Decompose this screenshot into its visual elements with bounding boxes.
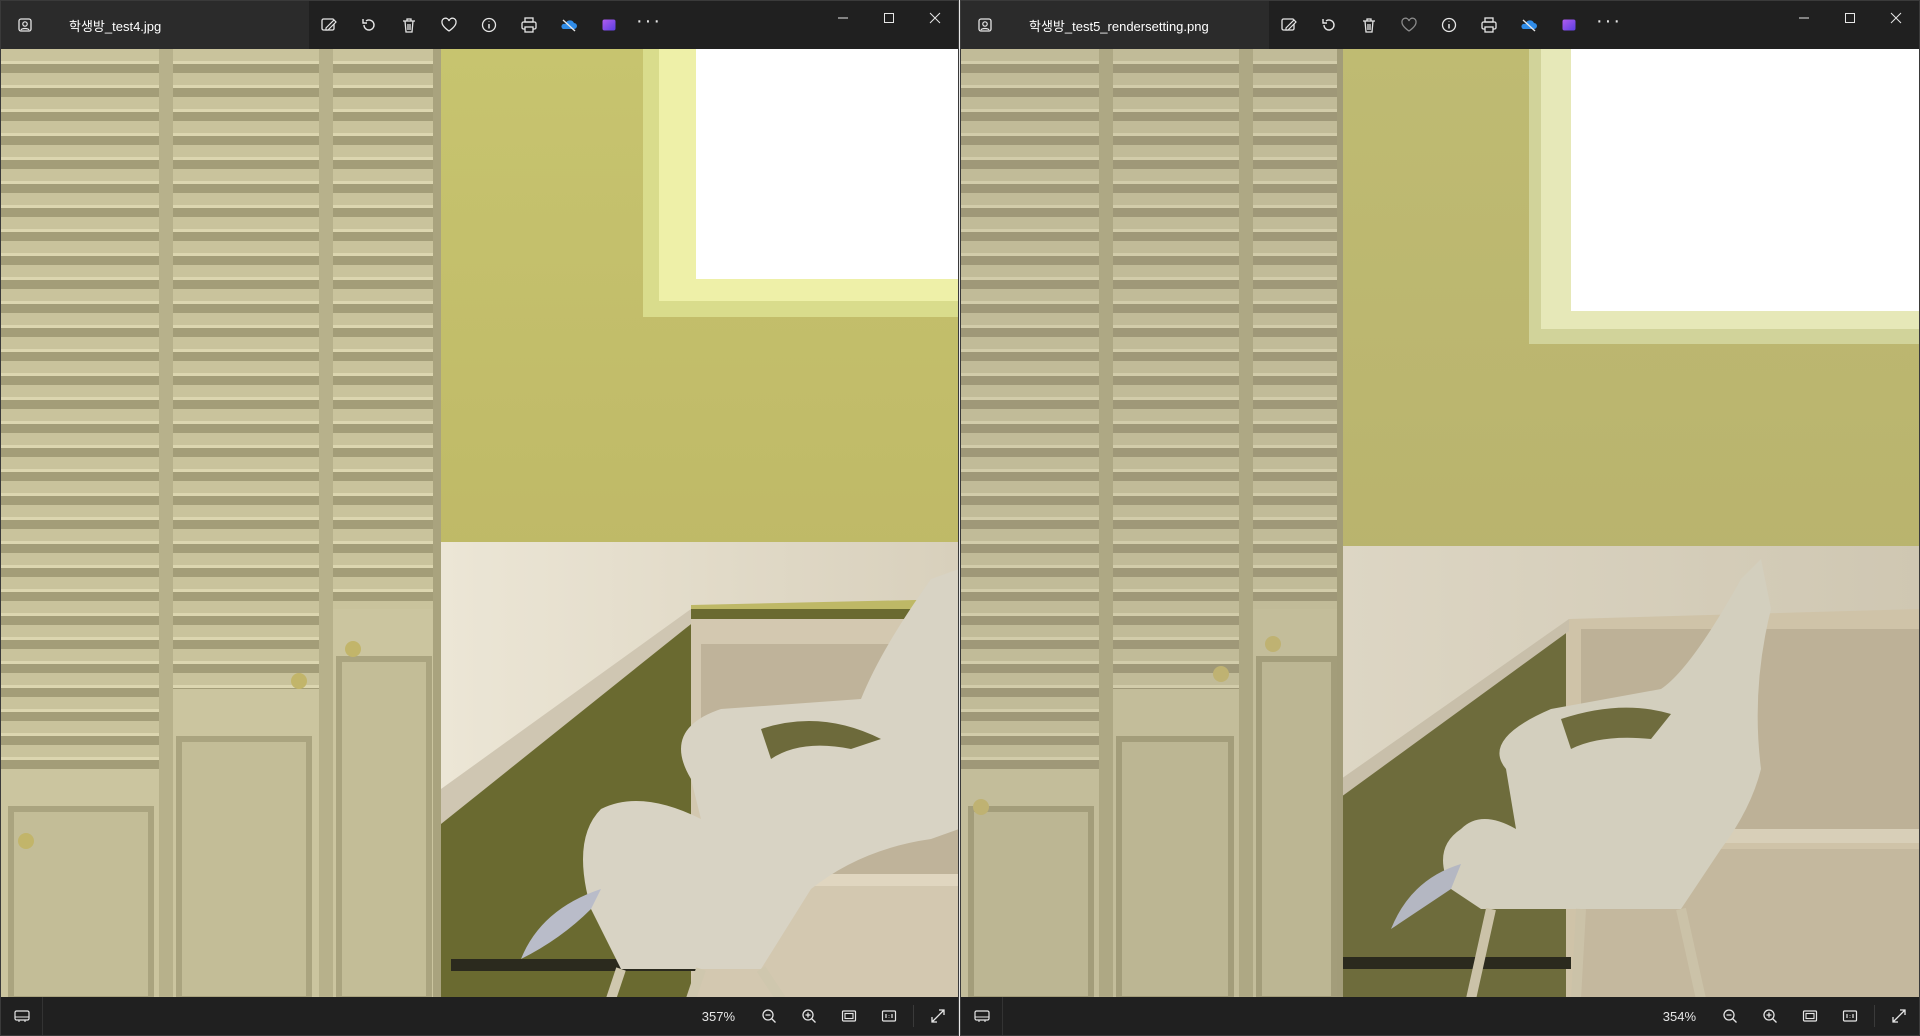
file-name: 학생방_test4.jpg xyxy=(69,18,162,34)
zoom-in-icon[interactable] xyxy=(1750,997,1790,1035)
favorite-heart-icon[interactable] xyxy=(1389,5,1429,45)
status-bar: 357% xyxy=(1,997,958,1035)
maximize-icon[interactable] xyxy=(1827,1,1873,35)
onedrive-icon[interactable] xyxy=(1509,5,1549,45)
actual-size-icon[interactable] xyxy=(1830,997,1870,1035)
clipchamp-icon[interactable] xyxy=(589,5,629,45)
full-screen-icon[interactable] xyxy=(918,997,958,1035)
photos-app-icon[interactable] xyxy=(1,1,49,49)
photo-viewer-window-right: 학생방_test5_rendersetting.png ··· 354% xyxy=(960,0,1920,1036)
minimize-icon[interactable] xyxy=(1781,1,1827,35)
rotate-icon[interactable] xyxy=(1309,5,1349,45)
title-bar[interactable]: 학생방_test5_rendersetting.png ··· xyxy=(961,1,1919,49)
photo-viewer-window-left: 학생방_test4.jpg ··· 357% xyxy=(0,0,959,1036)
clipchamp-icon[interactable] xyxy=(1549,5,1589,45)
more-options-icon[interactable]: ··· xyxy=(629,5,669,45)
rendered-room-image xyxy=(1,49,958,997)
info-icon[interactable] xyxy=(469,5,509,45)
zoom-out-icon[interactable] xyxy=(749,997,789,1035)
zoom-level: 357% xyxy=(701,1008,735,1024)
favorite-heart-icon[interactable] xyxy=(429,5,469,45)
zoom-level: 354% xyxy=(1662,1008,1696,1024)
maximize-icon[interactable] xyxy=(866,1,912,35)
edit-image-icon[interactable] xyxy=(309,5,349,45)
fit-to-window-icon[interactable] xyxy=(1790,997,1830,1035)
file-tab[interactable]: 학생방_test4.jpg xyxy=(49,1,309,49)
close-icon[interactable] xyxy=(1873,1,1919,35)
info-icon[interactable] xyxy=(1429,5,1469,45)
edit-image-icon[interactable] xyxy=(1269,5,1309,45)
status-bar: 354% xyxy=(961,997,1919,1035)
delete-icon[interactable] xyxy=(389,5,429,45)
window-controls xyxy=(820,1,958,35)
delete-icon[interactable] xyxy=(1349,5,1389,45)
close-icon[interactable] xyxy=(912,1,958,35)
status-divider xyxy=(913,1005,914,1027)
toolbar: ··· xyxy=(309,5,669,45)
toolbar: ··· xyxy=(1269,5,1629,45)
print-icon[interactable] xyxy=(509,5,549,45)
photos-app-icon[interactable] xyxy=(961,1,1009,49)
zoom-out-icon[interactable] xyxy=(1710,997,1750,1035)
more-options-icon[interactable]: ··· xyxy=(1589,5,1629,45)
print-icon[interactable] xyxy=(1469,5,1509,45)
actual-size-icon[interactable] xyxy=(869,997,909,1035)
full-screen-icon[interactable] xyxy=(1879,997,1919,1035)
rotate-icon[interactable] xyxy=(349,5,389,45)
fit-to-window-icon[interactable] xyxy=(829,997,869,1035)
rendered-room-image xyxy=(961,49,1919,997)
filmstrip-icon[interactable] xyxy=(1,997,43,1035)
file-tab[interactable]: 학생방_test5_rendersetting.png xyxy=(1009,1,1269,49)
window-controls xyxy=(1781,1,1919,35)
image-viewport[interactable] xyxy=(1,49,958,997)
title-bar[interactable]: 학생방_test4.jpg ··· xyxy=(1,1,958,49)
image-viewport[interactable] xyxy=(961,49,1919,997)
file-name: 학생방_test5_rendersetting.png xyxy=(1029,18,1209,34)
onedrive-icon[interactable] xyxy=(549,5,589,45)
zoom-in-icon[interactable] xyxy=(789,997,829,1035)
filmstrip-icon[interactable] xyxy=(961,997,1003,1035)
minimize-icon[interactable] xyxy=(820,1,866,35)
status-divider xyxy=(1874,1005,1875,1027)
